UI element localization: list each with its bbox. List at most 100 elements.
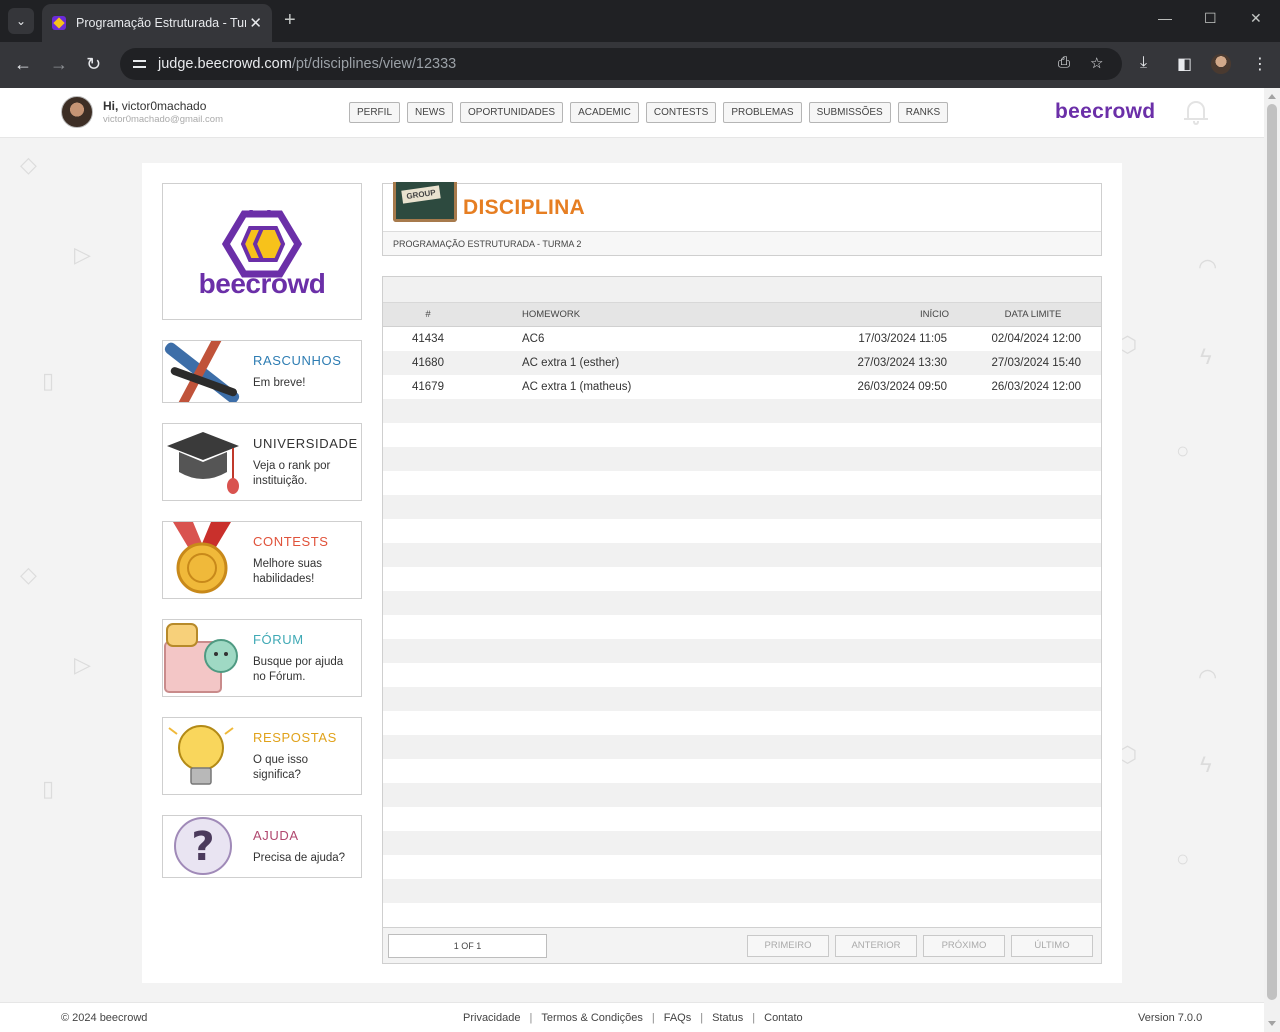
cell-start: 27/03/2024 13:30 — [857, 357, 947, 369]
empty-row — [383, 591, 1101, 615]
user-greeting[interactable]: Hi, victor0machado — [103, 99, 206, 113]
page-scrollbar[interactable] — [1264, 88, 1280, 1032]
col-header-start[interactable]: INÍCIO — [833, 303, 963, 327]
circle-deco-icon: ○ — [1176, 846, 1190, 871]
sidebar-card-forum[interactable]: FÓRUM Busque por ajuda no Fórum. — [162, 619, 362, 697]
bookmark-star-icon[interactable]: ☆ — [1090, 54, 1103, 72]
nav-ranks-button[interactable]: RANKS — [897, 102, 949, 123]
footer-link-faqs[interactable]: FAQs — [664, 1012, 692, 1024]
notification-bell-icon[interactable] — [1184, 98, 1208, 126]
bolt-deco-icon: ϟ — [1200, 752, 1212, 777]
empty-row — [383, 903, 1101, 927]
table-row[interactable]: 41434 AC6 17/03/2024 11:05 02/04/2024 12… — [383, 327, 1101, 351]
nav-news-button[interactable]: NEWS — [407, 102, 454, 123]
sidebar-card-title: RESPOSTAS — [253, 730, 337, 745]
svg-text:?: ? — [191, 824, 214, 870]
chalkboard-icon: GROUP — [393, 182, 457, 222]
cell-deadline: 02/04/2024 12:00 — [991, 333, 1081, 345]
logo-wordmark: beecrowd — [198, 268, 326, 299]
nav-academic-button[interactable]: ACADEMIC — [570, 102, 639, 123]
beecrowd-logo-card[interactable]: beecrowd — [162, 183, 362, 320]
empty-row — [383, 567, 1101, 591]
menu-kebab-icon[interactable]: ⋮ — [1252, 54, 1268, 74]
scroll-thumb[interactable] — [1267, 104, 1277, 1000]
greeting-text: Hi, — [103, 99, 119, 113]
col-header-id[interactable]: # — [383, 303, 473, 327]
sidebar-card-contests[interactable]: CONTESTS Melhore suas habilidades! — [162, 521, 362, 599]
empty-row — [383, 471, 1101, 495]
cell-homework-link[interactable]: AC extra 1 (matheus) — [522, 375, 631, 399]
empty-row — [383, 711, 1101, 735]
nav-submissoes-button[interactable]: SUBMISSÕES — [808, 102, 891, 123]
browser-toolbar: ← → ↻ judge.beecrowd.com/pt/disciplines/… — [0, 42, 1280, 88]
sidebar-card-ajuda[interactable]: ? AJUDA Precisa de ajuda? — [162, 815, 362, 878]
scroll-down-icon[interactable] — [1268, 1021, 1276, 1026]
empty-row — [383, 639, 1101, 663]
back-icon[interactable]: ← — [14, 53, 32, 75]
forward-icon[interactable]: → — [50, 53, 68, 75]
bell-body — [1187, 101, 1205, 119]
tab-close-icon[interactable]: ✕ — [249, 14, 262, 32]
footer-link-contato[interactable]: Contato — [764, 1012, 803, 1024]
next-page-button[interactable]: PRÓXIMO — [923, 935, 1005, 957]
address-bar[interactable]: judge.beecrowd.com/pt/disciplines/view/1… — [120, 48, 1122, 80]
maximize-icon[interactable]: ☐ — [1204, 10, 1217, 27]
empty-row — [383, 735, 1101, 759]
empty-row — [383, 663, 1101, 687]
bolt-deco-icon: ϟ — [1200, 344, 1212, 369]
nav-perfil-button[interactable]: PERFIL — [349, 102, 401, 123]
window-close-icon[interactable]: ✕ — [1250, 10, 1262, 27]
new-tab-icon[interactable]: + — [284, 9, 296, 31]
discipline-header-panel: GROUP DISCIPLINA PROGRAMAÇÃO ESTRUTURADA… — [382, 182, 1102, 256]
sidebar-card-universidade[interactable]: UNIVERSIDADE Veja o rank por instituição… — [162, 423, 362, 501]
minimize-icon[interactable]: — — [1158, 10, 1172, 26]
footer-link-status[interactable]: Status — [712, 1012, 743, 1024]
tab-search-button[interactable]: ⌄ — [8, 8, 34, 34]
table-row[interactable]: 41679 AC extra 1 (matheus) 26/03/2024 09… — [383, 375, 1101, 399]
pens-illustration-icon — [164, 341, 240, 402]
browser-tab[interactable]: Programação Estruturada - Turma 2 ✕ — [42, 4, 272, 42]
side-panel-icon[interactable]: ◧ — [1177, 54, 1192, 74]
site-info-icon[interactable] — [132, 56, 148, 72]
col-header-homework[interactable]: HOMEWORK — [522, 303, 580, 327]
content-container: beecrowd RASCUNHOS Em breve! UNIVERSIDAD… — [142, 163, 1122, 983]
footer-separator: | — [529, 1012, 533, 1024]
copyright-text: © 2024 beecrowd — [61, 1012, 148, 1024]
cell-homework-link[interactable]: AC6 — [522, 327, 544, 351]
last-page-button[interactable]: ÚLTIMO — [1011, 935, 1093, 957]
sidebar-card-respostas[interactable]: RESPOSTAS O que isso significa? — [162, 717, 362, 795]
nav-oportunidades-button[interactable]: OPORTUNIDADES — [460, 102, 564, 123]
table-row[interactable]: 41680 AC extra 1 (esther) 27/03/2024 13:… — [383, 351, 1101, 375]
cell-id: 41434 — [412, 333, 444, 345]
circle-deco-icon: ○ — [1176, 438, 1190, 463]
first-page-button[interactable]: PRIMEIRO — [747, 935, 829, 957]
download-icon[interactable]: ⤓ — [1140, 54, 1147, 72]
page-title: DISCIPLINA — [463, 196, 586, 219]
nav-contests-button[interactable]: CONTESTS — [645, 102, 717, 123]
diamond-deco-icon: ◇ — [20, 152, 37, 177]
triangle-deco-icon: ▷ — [74, 242, 91, 267]
user-avatar[interactable] — [61, 96, 93, 128]
sidebar-card-title: AJUDA — [253, 828, 299, 843]
reload-icon[interactable]: ↻ — [86, 53, 101, 75]
footer-link-privacidade[interactable]: Privacidade — [463, 1012, 520, 1024]
table-body: 41434 AC6 17/03/2024 11:05 02/04/2024 12… — [383, 327, 1101, 927]
nav-problemas-button[interactable]: PROBLEMAS — [723, 102, 802, 123]
footer-separator: | — [700, 1012, 704, 1024]
brand-logo-text[interactable]: beecrowd — [1055, 100, 1155, 124]
profile-avatar-icon[interactable] — [1211, 54, 1231, 74]
previous-page-button[interactable]: ANTERIOR — [835, 935, 917, 957]
bell-base — [1184, 118, 1208, 120]
footer-separator: | — [752, 1012, 756, 1024]
cell-homework-link[interactable]: AC extra 1 (esther) — [522, 351, 619, 375]
col-header-deadline[interactable]: DATA LIMITE — [969, 303, 1097, 327]
install-app-icon[interactable]: ⎙ — [1058, 54, 1070, 71]
bar-deco-icon: ▯ — [42, 776, 55, 801]
cell-id: 41679 — [412, 381, 444, 393]
empty-row — [383, 423, 1101, 447]
empty-row — [383, 855, 1101, 879]
scroll-up-icon[interactable] — [1268, 94, 1276, 99]
question-mark-icon: ? — [174, 817, 232, 875]
footer-link-termos[interactable]: Termos & Condições — [541, 1012, 643, 1024]
sidebar-card-rascunhos[interactable]: RASCUNHOS Em breve! — [162, 340, 362, 403]
